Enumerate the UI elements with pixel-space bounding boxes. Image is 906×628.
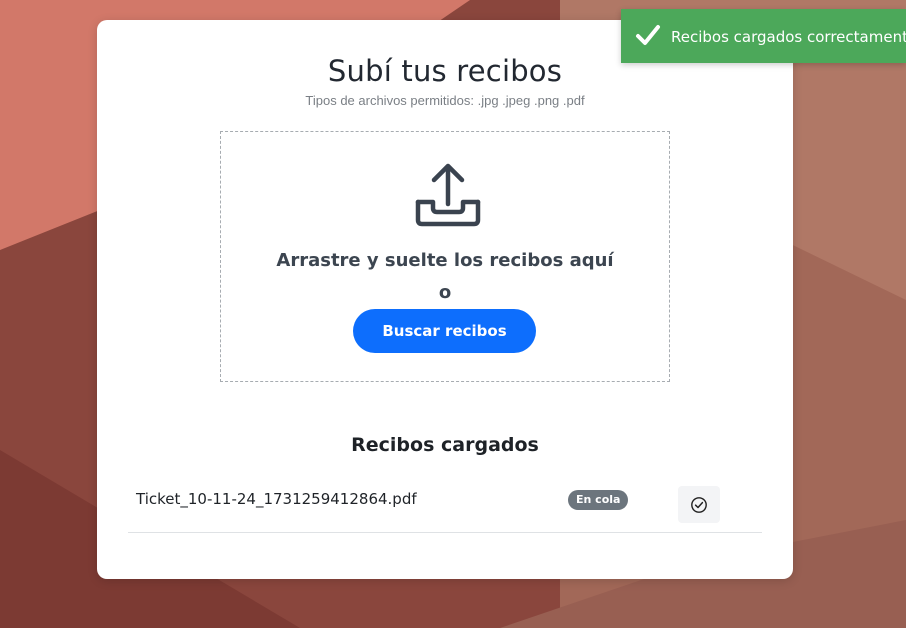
confirm-file-button[interactable] — [678, 486, 720, 523]
drop-instruction: Arrastre y suelte los recibos aquí — [276, 250, 614, 271]
toast-message: Recibos cargados correctamente — [671, 28, 906, 46]
success-toast[interactable]: Recibos cargados correctamente — [621, 9, 906, 63]
drop-zone[interactable]: Arrastre y suelte los recibos aquí o Bus… — [220, 131, 670, 382]
upload-tray-icon — [415, 163, 481, 227]
status-badge: En cola — [568, 490, 629, 510]
checkmark-icon — [636, 25, 660, 45]
allowed-file-types: Tipos de archivos permitidos: .jpg .jpeg… — [305, 93, 585, 108]
file-name: Ticket_10-11-24_1731259412864.pdf — [136, 490, 417, 508]
or-separator: o — [438, 282, 452, 303]
upload-card: Subí tus recibos Tipos de archivos permi… — [97, 20, 793, 579]
browse-receipts-button[interactable]: Buscar recibos — [353, 309, 536, 353]
uploaded-receipts-title: Recibos cargados — [351, 434, 539, 456]
check-circle-icon — [691, 496, 707, 513]
file-row: Ticket_10-11-24_1731259412864.pdf En col… — [128, 476, 762, 533]
